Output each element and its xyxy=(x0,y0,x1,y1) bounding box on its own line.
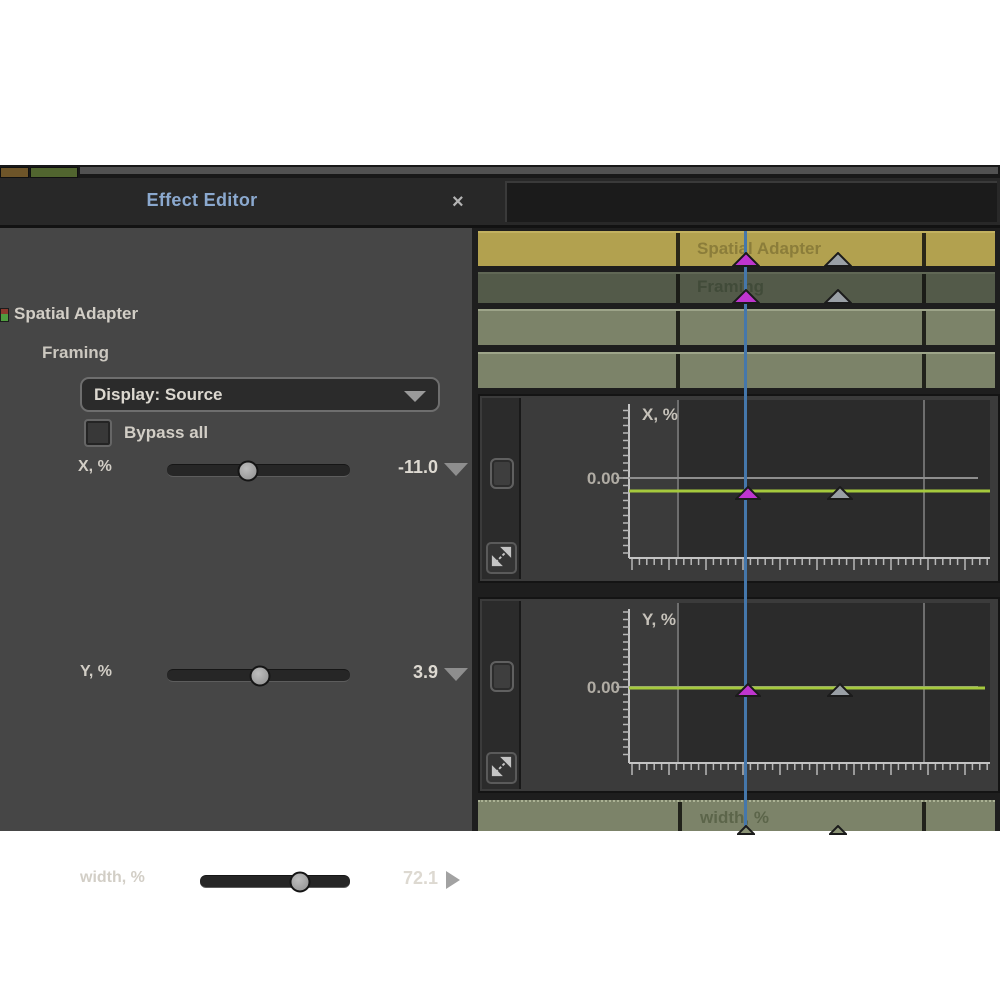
width-slider-knob[interactable] xyxy=(290,871,311,892)
resize-arrows-icon xyxy=(489,754,514,779)
display-source-dropdown[interactable]: Display: Source xyxy=(80,377,440,412)
param-x-value: -11.0 xyxy=(360,457,438,478)
track-row-label: width, % xyxy=(700,808,769,828)
enable-icon-green xyxy=(1,314,8,321)
empty-tab-well xyxy=(505,181,997,222)
segment-divider xyxy=(676,311,680,345)
top-strip xyxy=(0,165,1000,178)
bypass-all-checkbox[interactable] xyxy=(84,419,112,447)
track-row-param-1[interactable] xyxy=(478,309,995,345)
width-keyframe-caret-icon[interactable] xyxy=(446,871,460,889)
keyframe-marker[interactable] xyxy=(735,683,761,697)
x-slider-knob[interactable] xyxy=(238,460,259,481)
dropdown-value: Display: Source xyxy=(94,385,223,405)
graph-zero-label: 0.00 xyxy=(587,678,620,697)
segment-divider xyxy=(676,233,680,266)
title-bar: Effect Editor × xyxy=(0,178,1000,228)
screenshot-canvas: Effect Editor × Spatial Adapter Framing … xyxy=(0,0,1000,1000)
keyframe-marker[interactable] xyxy=(827,683,853,697)
group-name: Framing xyxy=(42,343,109,363)
param-width-label: width, % xyxy=(80,869,145,887)
y-slider[interactable] xyxy=(167,669,350,682)
track-row-width[interactable]: width, % xyxy=(478,800,995,831)
segment-divider xyxy=(922,354,926,388)
track-row-framing[interactable]: Framing xyxy=(478,272,995,303)
effect-enable-icon[interactable] xyxy=(0,308,9,322)
track-row-param-2[interactable] xyxy=(478,352,995,388)
keyframe-marker[interactable] xyxy=(824,252,852,267)
segment-divider xyxy=(676,274,680,303)
graph-scale-button[interactable] xyxy=(486,752,517,784)
timeline-clip-chip-green xyxy=(30,167,78,178)
keyframe-marker[interactable] xyxy=(829,825,847,835)
top-band xyxy=(80,167,998,174)
graph-side-column xyxy=(482,398,521,579)
segment-divider xyxy=(922,802,926,831)
param-width-value: 72.1 xyxy=(360,868,438,889)
resize-arrows-icon xyxy=(489,544,514,569)
graph-scale-button[interactable] xyxy=(486,542,517,574)
width-slider[interactable] xyxy=(200,875,350,888)
segment-divider xyxy=(922,233,926,266)
keyframe-marker[interactable] xyxy=(732,252,760,267)
position-indicator[interactable] xyxy=(744,231,747,831)
timeline-clip-chip-brown xyxy=(0,167,29,178)
keyframe-graph-y[interactable]: Y, % 0.00 xyxy=(478,597,1000,793)
effect-name: Spatial Adapter xyxy=(14,304,138,324)
chevron-down-icon xyxy=(404,391,426,402)
keyframe-marker[interactable] xyxy=(735,486,761,500)
keyframe-marker[interactable] xyxy=(827,486,853,500)
keyframe-graph-x[interactable]: X, % 0.00 xyxy=(478,394,1000,583)
track-enable-button[interactable] xyxy=(490,458,514,489)
segment-divider xyxy=(678,802,682,831)
y-keyframe-caret-icon[interactable] xyxy=(444,668,468,681)
keyframe-marker[interactable] xyxy=(824,289,852,304)
y-slider-knob[interactable] xyxy=(249,665,270,686)
graph-side-column xyxy=(482,601,521,789)
segment-divider xyxy=(922,274,926,303)
close-icon[interactable]: × xyxy=(452,191,464,214)
param-x-label: X, % xyxy=(78,458,112,476)
graph-title: X, % xyxy=(642,405,678,424)
window-title: Effect Editor xyxy=(0,190,404,211)
x-slider[interactable] xyxy=(167,464,350,477)
tab-effect-editor[interactable]: Effect Editor × xyxy=(0,178,505,225)
param-y-value: 3.9 xyxy=(360,662,438,683)
param-y-label: Y, % xyxy=(80,663,112,681)
effect-editor-window: Effect Editor × Spatial Adapter Framing … xyxy=(0,165,1000,831)
track-row-spatial-adapter[interactable]: Spatial Adapter xyxy=(478,231,995,266)
x-keyframe-caret-icon[interactable] xyxy=(444,463,468,476)
segment-divider xyxy=(922,311,926,345)
parameters-panel: Spatial Adapter Framing Display: Source … xyxy=(0,228,472,831)
track-enable-button[interactable] xyxy=(490,661,514,692)
graph-title: Y, % xyxy=(642,610,676,629)
graph-zero-label: 0.00 xyxy=(587,469,620,488)
bypass-all-label: Bypass all xyxy=(124,423,208,443)
keyframe-marker[interactable] xyxy=(737,825,755,835)
segment-divider xyxy=(676,354,680,388)
keyframe-marker[interactable] xyxy=(732,289,760,304)
